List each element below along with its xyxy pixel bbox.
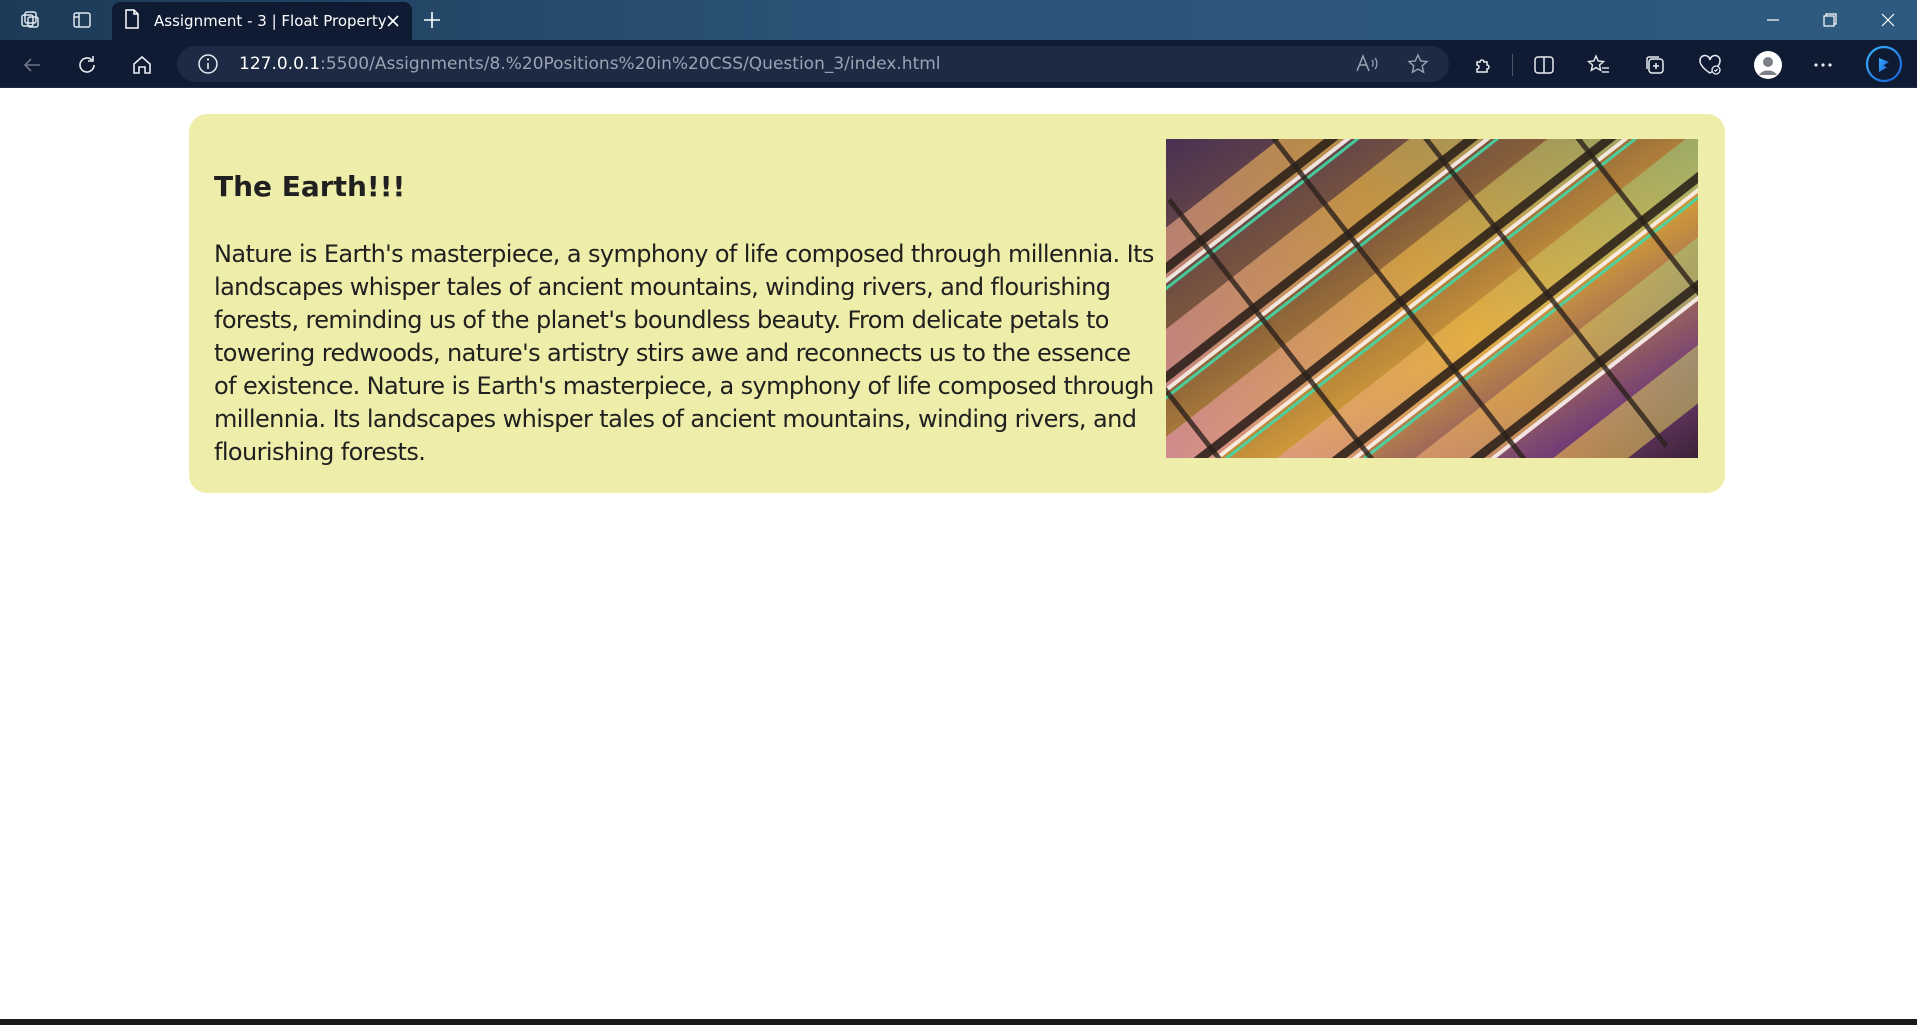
more-icon[interactable] — [1808, 50, 1838, 80]
url-host: 127.0.0.1 — [239, 54, 321, 74]
browser-essentials-icon[interactable] — [1695, 50, 1725, 80]
body-paragraph: Nature is Earth's masterpiece, a symphon… — [214, 240, 1154, 466]
puzzle-icon[interactable] — [1469, 50, 1499, 80]
restore-icon[interactable] — [1802, 0, 1858, 40]
url-path: :5500/Assignments/8.%20Positions%20in%20… — [320, 54, 941, 74]
title-bar: Assignment - 3 | Float Property — [0, 0, 1917, 40]
workspaces-icon[interactable] — [16, 6, 44, 34]
collections-icon[interactable] — [1640, 50, 1670, 80]
close-icon[interactable] — [382, 10, 404, 32]
active-tab[interactable]: Assignment - 3 | Float Property — [112, 2, 412, 40]
page-title: The Earth!!! — [214, 170, 406, 203]
page-icon — [124, 9, 140, 33]
profile-icon[interactable] — [1751, 48, 1785, 82]
address-bar[interactable]: 127.0.0.1:5500/Assignments/8.%20Position… — [177, 46, 1449, 82]
minimize-icon[interactable] — [1745, 0, 1801, 40]
home-icon[interactable] — [127, 50, 157, 80]
tab-actions-icon[interactable] — [68, 6, 96, 34]
refresh-icon[interactable] — [72, 50, 102, 80]
favorites-icon[interactable] — [1584, 50, 1614, 80]
copilot-icon[interactable] — [1864, 45, 1904, 83]
star-icon[interactable] — [1407, 53, 1429, 79]
toolbar: 127.0.0.1:5500/Assignments/8.%20Position… — [0, 40, 1917, 88]
content-card: The Earth!!! Nature is Earth's masterpie… — [189, 114, 1725, 493]
window-close-icon[interactable] — [1860, 0, 1916, 40]
plus-icon[interactable] — [418, 6, 446, 34]
split-screen-icon[interactable] — [1529, 50, 1559, 80]
toolbar-divider — [1512, 54, 1513, 76]
read-aloud-icon[interactable] — [1355, 53, 1379, 79]
back-arrow-icon[interactable] — [17, 50, 47, 80]
abstract-glass-architecture-image — [1166, 139, 1698, 458]
taskbar-edge — [0, 1019, 1917, 1025]
info-icon[interactable] — [197, 53, 219, 79]
url-text[interactable]: 127.0.0.1:5500/Assignments/8.%20Position… — [239, 54, 941, 74]
tab-title: Assignment - 3 | Float Property — [154, 12, 387, 30]
